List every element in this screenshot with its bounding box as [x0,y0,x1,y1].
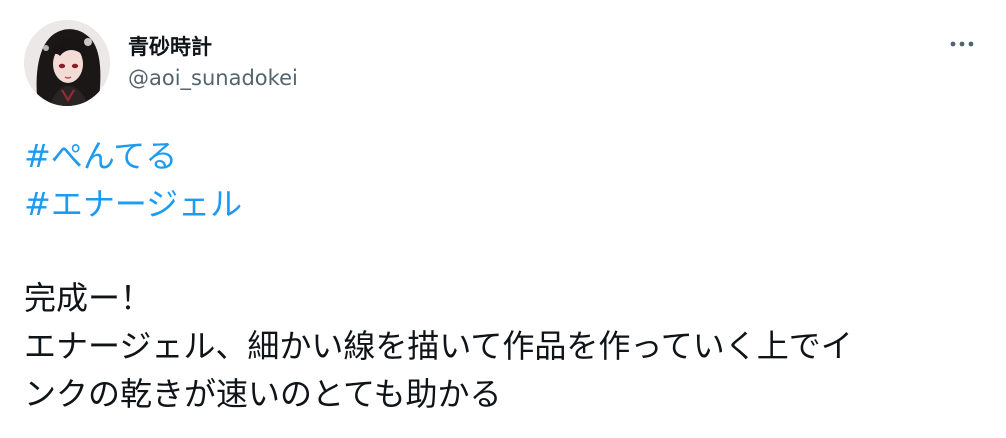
author-handle[interactable]: @aoi_sunadokei [128,64,298,92]
avatar[interactable] [24,20,110,106]
tweet-body-line: 完成ー！ [24,279,153,317]
author-display-name[interactable]: 青砂時計 [128,34,298,60]
hashtag-link-pentel[interactable]: #ぺんてる [24,137,177,175]
tweet-body-line: ンクの乾きが速いのとても助かる [24,375,502,413]
tweet-card: 青砂時計 @aoi_sunadokei #ぺんてる #エナージェル 完成ー！ エ… [0,0,1006,438]
avatar-portrait-icon [24,20,110,106]
tweet-header: 青砂時計 @aoi_sunadokei [24,20,982,110]
more-options-button[interactable] [944,32,980,56]
author-names: 青砂時計 @aoi_sunadokei [128,34,298,92]
tweet-body-line: エナージェル、細かい線を描いて作品を作っていく上でイ [24,327,853,365]
hashtag-link-energel[interactable]: #エナージェル [24,185,242,223]
tweet-text: #ぺんてる #エナージェル 完成ー！ エナージェル、細かい線を描いて作品を作って… [24,132,982,418]
more-options-icon [950,41,974,47]
